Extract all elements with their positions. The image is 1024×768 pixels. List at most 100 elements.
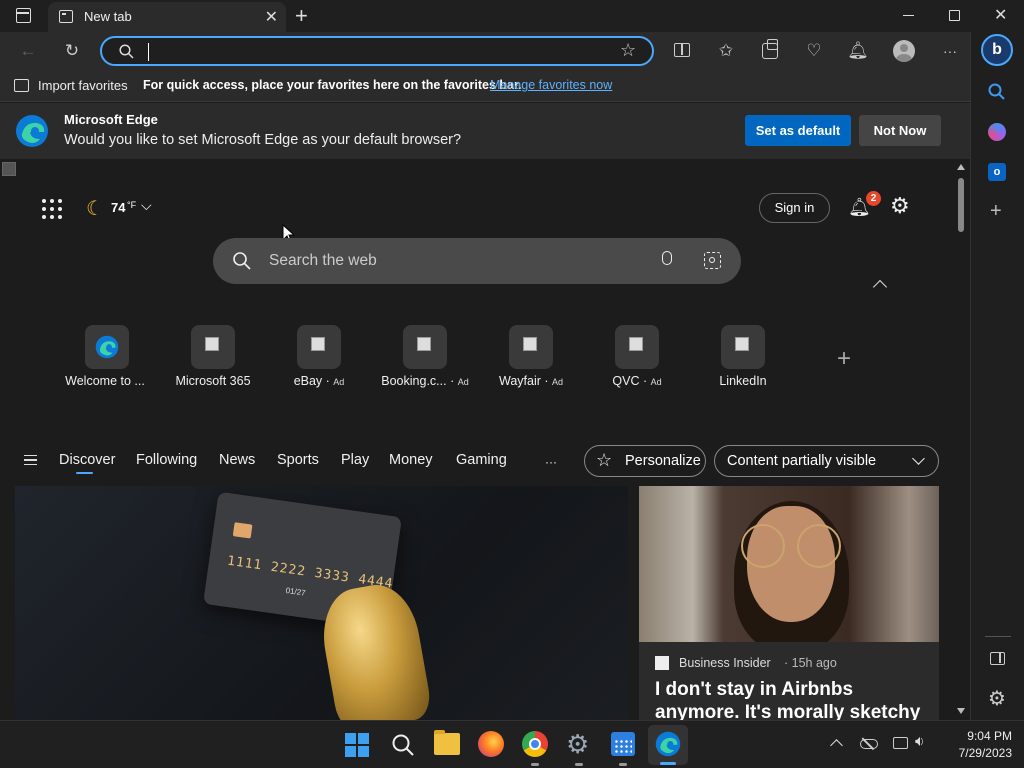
weather-widget[interactable]: ☾ 74 °F ⌵ <box>86 196 158 220</box>
quick-link-label[interactable]: Booking.c... · Ad <box>375 374 475 388</box>
web-search-box[interactable]: Search the web <box>213 238 741 284</box>
content-visibility-dropdown[interactable]: Content partially visible <box>714 445 939 477</box>
quick-link-tile[interactable] <box>191 325 235 369</box>
network-icon[interactable] <box>893 737 908 749</box>
close-tab-icon[interactable]: ✕ <box>265 7 278 27</box>
taskbar-date[interactable]: 7/29/2023 <box>944 746 1012 760</box>
collapse-chevron-icon[interactable] <box>872 279 888 295</box>
article-card[interactable]: Business Insider · 15h ago I don't stay … <box>639 486 939 720</box>
settings-app-icon[interactable]: ⚙ <box>566 729 589 760</box>
firefox-icon[interactable] <box>478 731 504 757</box>
broken-image-icon <box>205 337 219 351</box>
favorite-star-icon[interactable]: ☆ <box>620 40 636 61</box>
onedrive-offline-icon[interactable] <box>860 737 878 751</box>
tab-actions-icon[interactable] <box>16 8 31 23</box>
address-input[interactable] <box>148 43 648 61</box>
set-as-default-button[interactable]: Set as default <box>745 115 851 146</box>
tab-news[interactable]: News <box>219 452 255 468</box>
more-tabs-button[interactable]: ··· <box>545 455 557 469</box>
file-explorer-icon[interactable] <box>434 730 460 755</box>
sidebar-settings-icon[interactable]: ⚙ <box>988 686 1006 711</box>
voice-search-icon[interactable] <box>662 251 672 265</box>
show-hidden-icons-chevron[interactable] <box>830 739 843 752</box>
browser-essentials-icon[interactable]: ♡ <box>802 39 826 63</box>
ad-badge: Ad <box>333 377 345 387</box>
quick-link-label[interactable]: Microsoft 365 <box>163 374 263 388</box>
taskbar-edge-active[interactable] <box>648 725 688 765</box>
settings-more-icon[interactable]: ··· <box>938 39 962 63</box>
scroll-down-arrow[interactable] <box>957 708 965 714</box>
sign-in-button[interactable]: Sign in <box>759 193 830 223</box>
quick-link-label[interactable]: LinkedIn <box>693 374 793 388</box>
volume-icon[interactable]: 🔉︎ <box>915 733 924 750</box>
banner-title: Microsoft Edge <box>64 112 158 127</box>
tab-play[interactable]: Play <box>341 452 369 468</box>
add-sidebar-app-icon[interactable]: + <box>990 200 1002 223</box>
favorites-bar: Import favorites For quick access, place… <box>0 70 970 102</box>
content-visibility-value: Content partially visible <box>727 453 877 469</box>
collections-icon[interactable] <box>762 39 778 59</box>
quick-link-tile[interactable] <box>403 325 447 369</box>
edge-logo-icon <box>16 115 48 147</box>
refresh-icon[interactable]: ↻ <box>60 39 84 63</box>
avatar[interactable] <box>893 40 915 62</box>
page-scrollbar[interactable] <box>953 160 970 720</box>
tab-following[interactable]: Following <box>136 452 197 468</box>
split-screen-icon[interactable] <box>674 43 690 57</box>
feed-menu-icon[interactable] <box>24 455 37 465</box>
tab-money[interactable]: Money <box>389 452 433 468</box>
tab-gaming[interactable]: Gaming <box>456 452 507 468</box>
manage-favorites-link[interactable]: Manage favorites now <box>490 78 612 92</box>
quick-link-label[interactable]: QVC · Ad <box>587 374 687 388</box>
quick-link-tile[interactable] <box>509 325 553 369</box>
quick-link-label[interactable]: Welcome to ... <box>55 374 155 388</box>
back-icon[interactable]: ← <box>16 39 40 63</box>
quick-link-text: Booking.c... <box>381 374 447 388</box>
quick-link-tile[interactable] <box>85 325 129 369</box>
microsoft-365-icon[interactable] <box>988 123 1006 141</box>
feature-card[interactable]: 1111 2222 3333 4444 01/27 <box>15 486 628 720</box>
restore-button[interactable] <box>949 10 960 21</box>
search-icon[interactable] <box>988 83 1006 101</box>
navigation-bar: ← ↻ ☆ ✩ ♡ 🔔︎ ··· <box>0 32 970 70</box>
notifications-icon[interactable]: 🔔︎ <box>846 39 870 63</box>
favorites-bar-message: For quick access, place your favorites h… <box>143 78 522 92</box>
chevron-down-icon: ⌵ <box>141 197 152 213</box>
tab-new-tab[interactable]: New tab ✕ <box>48 2 286 32</box>
taskbar-time[interactable]: 9:04 PM <box>954 729 1012 743</box>
weather-unit: °F <box>127 200 137 210</box>
active-app-indicator <box>660 762 676 765</box>
taskbar-search-icon[interactable] <box>391 733 415 757</box>
scroll-thumb[interactable] <box>958 178 964 232</box>
outlook-icon[interactable]: o <box>988 163 1006 181</box>
address-bar[interactable]: ☆ <box>100 36 654 66</box>
quick-link-tile[interactable] <box>297 325 341 369</box>
calendar-app-icon[interactable] <box>611 732 635 756</box>
close-window-button[interactable]: ✕ <box>994 5 1007 25</box>
tab-sports[interactable]: Sports <box>277 452 319 468</box>
quick-link-tile[interactable] <box>615 325 659 369</box>
article-headline[interactable]: I don't stay in Airbnbs anymore. It's mo… <box>655 678 935 720</box>
quick-link-text: Wayfair <box>498 374 541 388</box>
taskbar: ⚙ 🔉︎ 9:04 PM 7/29/2023 <box>0 720 1024 768</box>
quick-link-label[interactable]: eBay · Ad <box>269 374 369 388</box>
quick-link-tile[interactable] <box>721 325 765 369</box>
add-quick-link-button[interactable]: + <box>837 345 851 373</box>
scroll-up-arrow[interactable] <box>957 164 965 170</box>
bing-copilot-icon[interactable]: b <box>981 34 1013 66</box>
import-favorites-link[interactable]: Import favorites <box>38 78 128 93</box>
new-tab-button[interactable]: + <box>295 3 308 29</box>
start-windows-icon[interactable] <box>345 733 369 757</box>
visual-search-icon[interactable] <box>704 252 721 269</box>
not-now-button[interactable]: Not Now <box>859 115 941 146</box>
page-settings-icon[interactable]: ⚙ <box>890 193 910 219</box>
chrome-icon[interactable] <box>522 731 548 757</box>
apps-launcher-icon[interactable] <box>42 199 62 219</box>
hide-sidebar-icon[interactable] <box>990 652 1005 665</box>
personalize-button[interactable]: ☆ Personalize <box>584 445 706 477</box>
broken-image-icon <box>523 337 537 351</box>
favorites-icon[interactable]: ✩ <box>714 39 738 63</box>
quick-link-label[interactable]: Wayfair · Ad <box>481 374 581 388</box>
minimize-button[interactable] <box>903 15 914 16</box>
tab-discover[interactable]: Discover <box>59 452 115 468</box>
